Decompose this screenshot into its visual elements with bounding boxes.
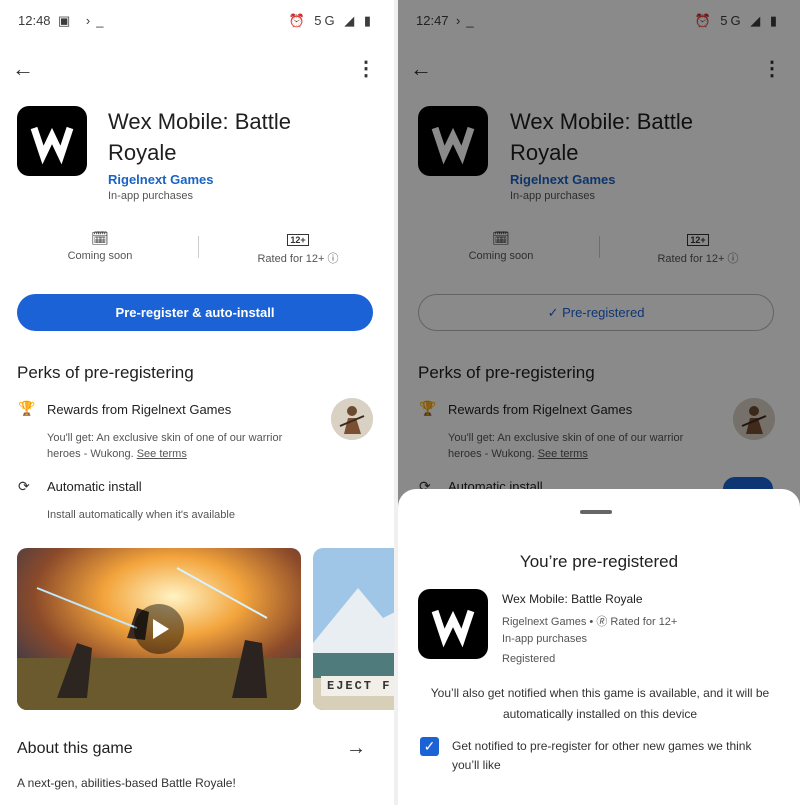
sheet-iap-label: In-app purchases (502, 633, 587, 645)
rewards-description: You'll get: An exclusive skin of one of … (47, 430, 317, 462)
back-arrow-icon[interactable]: ← (12, 56, 34, 82)
app-page-right: 12:47 ›_ ⏰ 5G ◢ ▮ ← ⋮ Wex Mobile: Battle… (398, 0, 800, 805)
screenshot-thumbnail[interactable]: EJECT F (313, 548, 394, 710)
trophy-icon: 🏆 (18, 400, 36, 416)
notify-checkbox-label[interactable]: Get notified to pre-register for other n… (452, 737, 772, 775)
app-title: Wex Mobile: Battle Royale (108, 109, 292, 165)
see-terms-link[interactable]: See terms (137, 448, 187, 460)
rating-label: Rated for 12+ ⓘ (257, 253, 339, 265)
pre-register-button[interactable]: Pre-register & auto-install (17, 294, 373, 331)
app-page-left: 12:48 ▣ ›_ ⏰ 5G ◢ ▮ ← ⋮ Wex Mobile: Batt… (0, 0, 394, 805)
play-icon[interactable] (134, 604, 184, 654)
perks-heading: Perks of pre-registering (17, 363, 194, 382)
auto-install-description: Install automatically when it's availabl… (47, 509, 235, 521)
sheet-app-name: Wex Mobile: Battle Royale (502, 592, 643, 606)
app-logo-icon (418, 589, 488, 659)
about-description: A next-gen, abilities-based Battle Royal… (17, 776, 236, 790)
status-system-icons: ⏰ 5G ◢ ▮ (288, 13, 374, 28)
status-notification-icons: ▣ ›_ (58, 13, 110, 28)
sheet-title: You’re pre-registered (519, 552, 679, 571)
notify-checkbox[interactable]: ✓ (420, 737, 439, 756)
sheet-app-meta: Rigelnext Games • 🄬 Rated for 12+ (502, 616, 678, 628)
drag-handle[interactable] (580, 510, 612, 514)
age-rating-icon: 12+ (287, 234, 309, 246)
registered-status: Registered (502, 653, 556, 665)
reward-skin-avatar (331, 398, 373, 440)
coming-soon-label: Coming soon (67, 250, 133, 262)
status-time: 12:48 (18, 13, 51, 28)
coming-soon-stat: 🗓 Coming soon (60, 230, 140, 262)
pre-registered-bottom-sheet: You’re pre-registered Wex Mobile: Battle… (398, 489, 800, 805)
rating-stat[interactable]: 12+ Rated for 12+ ⓘ (248, 230, 348, 266)
auto-install-sync-icon: ⟳ (18, 478, 30, 494)
about-heading[interactable]: About this game (17, 740, 133, 758)
calendar-clock-icon: 🗓 (91, 230, 109, 246)
app-logo-icon (17, 106, 87, 176)
in-app-purchases-label: In-app purchases (108, 190, 193, 202)
rewards-title: Rewards from Rigelnext Games (47, 402, 232, 417)
developer-link[interactable]: Rigelnext Games (108, 172, 214, 187)
screenshot-caption: EJECT F (321, 676, 394, 696)
arrow-right-icon[interactable]: → (346, 737, 366, 760)
more-options-icon[interactable]: ⋮ (356, 56, 376, 81)
sheet-notice: You’ll also get notified when this game … (430, 686, 770, 721)
trailer-video-thumbnail[interactable] (17, 548, 301, 710)
stat-divider (198, 236, 199, 258)
status-bar: 12:48 ▣ ›_ ⏰ 5G ◢ ▮ (16, 10, 378, 32)
auto-install-title: Automatic install (47, 479, 142, 494)
